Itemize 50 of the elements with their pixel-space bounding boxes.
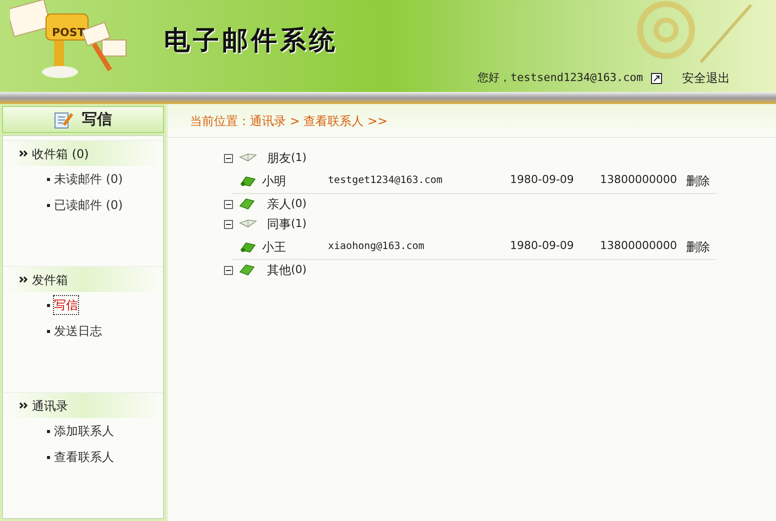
delete-link[interactable]: 删除: [686, 238, 710, 256]
group-count: (0): [291, 262, 307, 278]
contact-birthday: 1980-09-09: [510, 172, 575, 188]
breadcrumb: 当前位置：通讯录 > 查看联系人 >>: [190, 112, 388, 130]
section-title: 发件箱: [32, 272, 68, 288]
group-count: (1): [291, 216, 307, 232]
open-book-icon: [239, 219, 257, 229]
group-count: (0): [291, 196, 307, 212]
sidebar-link[interactable]: 写信: [54, 296, 78, 314]
contact-birthday: 1980-09-09: [510, 238, 575, 254]
contact-email: xiaohong@163.com: [328, 240, 426, 254]
app-title: 电子邮件系统: [164, 25, 338, 58]
open-book-icon: [239, 153, 257, 163]
contact-name: 小王: [261, 238, 287, 256]
book-icon: [239, 264, 255, 276]
section-header[interactable]: 收件箱 (0): [3, 140, 163, 166]
sidebar-link[interactable]: 添加联系人: [54, 422, 114, 440]
external-link-icon[interactable]: [651, 72, 662, 84]
sidebar-link[interactable]: 未读邮件 (0): [54, 170, 123, 188]
section-title: 通讯录: [32, 398, 68, 414]
group-name[interactable]: 亲人: [267, 195, 291, 213]
contact-icon: [240, 240, 256, 252]
double-chevron-icon: [19, 276, 28, 283]
sidebar-link[interactable]: 已读邮件 (0): [54, 196, 123, 214]
compose-button[interactable]: 写信: [2, 106, 164, 133]
logout-link[interactable]: 安全退出: [682, 69, 730, 87]
collapse-toggle[interactable]: [224, 200, 233, 208]
contact-phone: 13800000000: [600, 238, 678, 254]
book-icon: [239, 198, 255, 210]
section-header[interactable]: 发件箱: [3, 266, 163, 292]
sidebar-link[interactable]: 发送日志: [54, 322, 102, 340]
section-title: 收件箱 (0): [32, 146, 89, 162]
compose-icon: [54, 110, 74, 128]
contact-icon: [240, 174, 256, 186]
sidebar-link[interactable]: 查看联系人: [54, 448, 114, 466]
collapse-toggle[interactable]: [224, 266, 233, 274]
collapse-toggle[interactable]: [224, 220, 233, 228]
delete-link[interactable]: 删除: [686, 172, 710, 190]
double-chevron-icon: [19, 402, 28, 409]
group-count: (1): [291, 150, 307, 166]
section-header[interactable]: 通讯录: [3, 392, 163, 418]
contact-name: 小明: [261, 172, 287, 190]
group-name[interactable]: 其他: [267, 261, 291, 279]
contact-email: testget1234@163.com: [328, 174, 444, 188]
group-name[interactable]: 同事: [267, 215, 291, 233]
contact-phone: 13800000000: [600, 172, 678, 188]
collapse-toggle[interactable]: [224, 154, 233, 162]
double-chevron-icon: [19, 150, 28, 157]
greeting-text: 您好，testsend1234@163.com: [478, 70, 643, 86]
group-name[interactable]: 朋友: [267, 149, 291, 167]
